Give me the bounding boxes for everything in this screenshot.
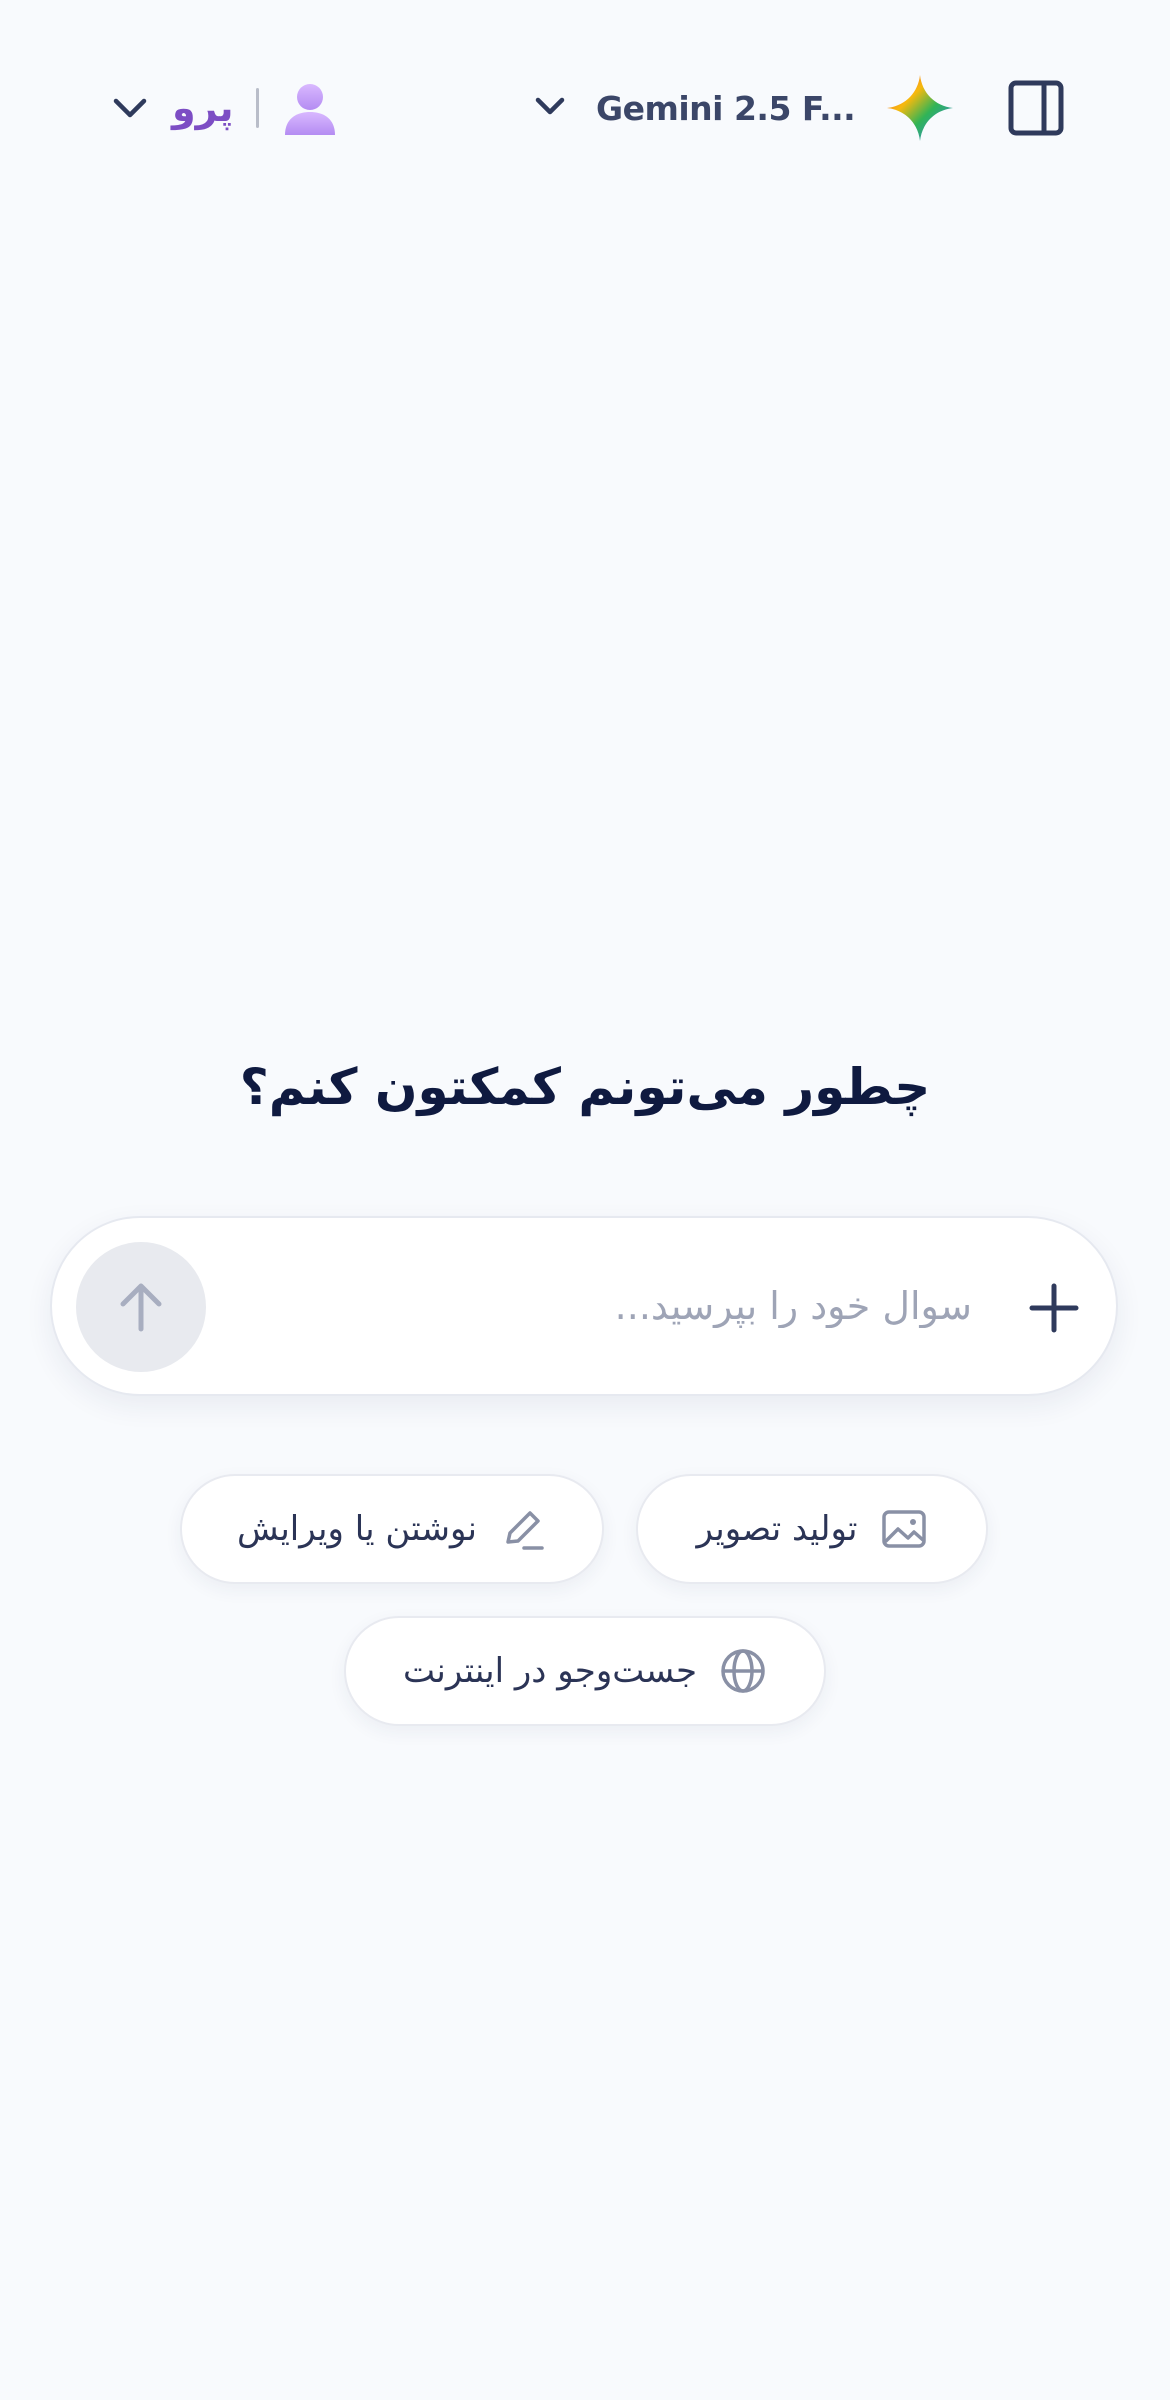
chevron-down-icon[interactable] (110, 88, 150, 128)
attach-button[interactable] (1018, 1272, 1090, 1344)
pencil-icon (499, 1505, 547, 1553)
model-selector[interactable]: Gemini 2.5 F... (530, 70, 955, 146)
prompt-input[interactable] (242, 1258, 972, 1354)
chip-web-search[interactable]: جست‌وجو در اینترنت (344, 1616, 826, 1726)
chip-label: تولید تصویر (696, 1509, 858, 1549)
sidebar-toggle-icon[interactable] (1006, 78, 1066, 138)
user-avatar-icon[interactable] (281, 79, 339, 137)
app-screen: پرو Gemini 2.5 F... (0, 0, 1170, 2400)
gemini-sparkle-icon (885, 73, 955, 143)
account-plan-selector[interactable]: پرو (110, 70, 339, 146)
chip-label: جست‌وجو در اینترنت (403, 1651, 697, 1691)
image-icon (880, 1505, 928, 1553)
prompt-composer (50, 1216, 1118, 1396)
chip-generate-image[interactable]: تولید تصویر (636, 1474, 988, 1584)
arrow-up-icon (120, 1283, 162, 1332)
model-name: Gemini 2.5 F... (596, 88, 856, 128)
chip-write-or-edit[interactable]: نوشتن یا ویرایش (180, 1474, 604, 1584)
chip-label: نوشتن یا ویرایش (237, 1509, 477, 1549)
globe-icon (719, 1647, 767, 1695)
send-button[interactable] (76, 1242, 206, 1372)
greeting-heading: چطور می‌تونم کمکتون کنم؟ (239, 1058, 931, 1116)
divider (255, 88, 259, 128)
plus-icon (1029, 1283, 1079, 1333)
chevron-down-icon[interactable] (530, 86, 570, 130)
plan-label: پرو (172, 86, 234, 130)
